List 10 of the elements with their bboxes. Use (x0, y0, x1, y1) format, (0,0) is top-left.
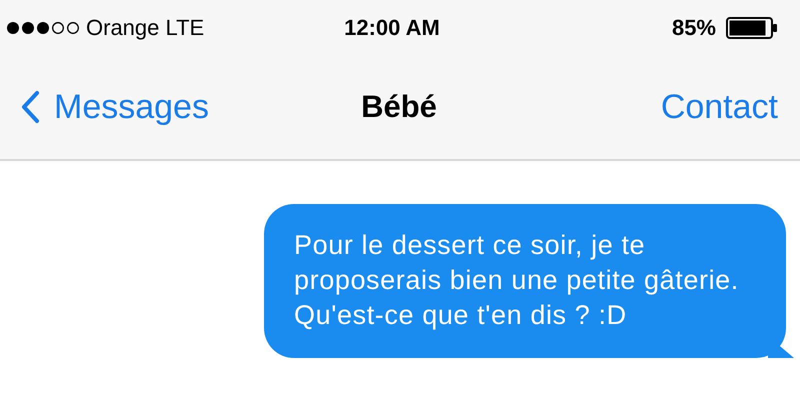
battery-percent: 85% (672, 14, 716, 40)
conversation-title: Bébé (361, 89, 437, 125)
status-time: 12:00 AM (344, 14, 440, 40)
signal-icon (6, 20, 80, 34)
battery-icon (726, 16, 778, 38)
chevron-left-icon (20, 90, 40, 124)
contact-button[interactable]: Contact (660, 88, 778, 126)
back-button[interactable]: Messages (20, 88, 209, 126)
carrier-name: Orange LTE (86, 14, 204, 40)
message-bubble: Pour le dessert ce soir, je te proposerais bien une petite gâterie. Qu'est-ce que t'en dis ? :D (264, 204, 794, 358)
